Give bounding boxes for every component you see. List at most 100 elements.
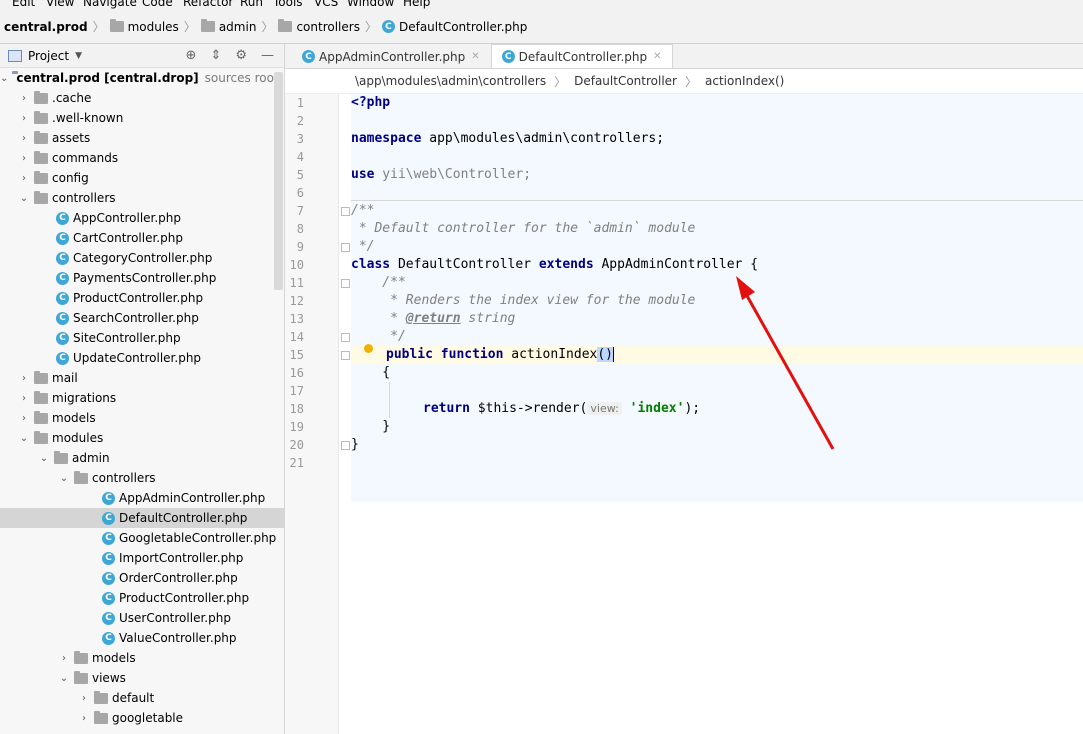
tree-item-file[interactable]: C SiteController.php (0, 328, 284, 348)
chevron-right-icon[interactable]: › (58, 653, 70, 664)
tree-item-admin[interactable]: ⌄ admin (0, 448, 284, 468)
tree-item-label: .well-known (52, 111, 124, 125)
chevron-right-icon[interactable]: › (18, 153, 30, 164)
fold-marker-icon[interactable] (341, 243, 350, 252)
fold-marker-icon[interactable] (341, 279, 350, 288)
line-number-gutter[interactable]: 1 2 3 4 5 6 7 8 9 10 11 12 13 14 15 16 1… (285, 94, 339, 734)
tree-item-admin-models[interactable]: › models (0, 648, 284, 668)
tree-item-views[interactable]: ⌄ views (0, 668, 284, 688)
chevron-down-icon[interactable]: ⌄ (18, 433, 30, 444)
chevron-right-icon[interactable]: › (18, 173, 30, 184)
chevron-right-icon[interactable]: › (18, 393, 30, 404)
chevron-right-icon[interactable]: › (78, 693, 90, 704)
chevron-down-icon[interactable]: ⌄ (58, 473, 70, 484)
tree-item-controllers[interactable]: ⌄ controllers (0, 188, 284, 208)
hide-panel-icon[interactable]: — (261, 48, 274, 63)
tree-item-commands[interactable]: › commands (0, 148, 284, 168)
close-icon[interactable]: ✕ (653, 51, 661, 62)
editor-area: C AppAdminController.php ✕ C DefaultCont… (285, 44, 1083, 734)
tree-item-well-known[interactable]: › .well-known (0, 108, 284, 128)
tree-item-file[interactable]: C AppAdminController.php (0, 488, 284, 508)
chevron-down-icon[interactable]: ▼ (75, 51, 82, 61)
tree-item-file[interactable]: C ProductController.php (0, 288, 284, 308)
chevron-right-icon[interactable]: › (18, 373, 30, 384)
comment: */ (351, 239, 375, 254)
nav-crumb-file[interactable]: C DefaultController.php (381, 20, 527, 34)
tree-item-views-default[interactable]: › default (0, 688, 284, 708)
fold-marker-icon[interactable] (341, 351, 350, 360)
menu-navigate[interactable]: Navigate (83, 0, 137, 9)
menu-window[interactable]: Window (347, 0, 394, 9)
folder-icon (34, 170, 48, 184)
php-class-icon: C (56, 271, 69, 285)
tree-item-root[interactable]: ⌄ central.prod [central.drop] sources ro… (0, 68, 284, 88)
tab-defaultcontroller[interactable]: C DefaultController.php ✕ (490, 44, 673, 68)
menu-refactor[interactable]: Refactor (183, 0, 233, 9)
menu-run[interactable]: Run (240, 0, 263, 9)
tree-item-file-selected[interactable]: C DefaultController.php (0, 508, 284, 528)
lightbulb-icon[interactable] (364, 344, 373, 353)
php-class-icon: C (102, 591, 115, 605)
gear-icon[interactable]: ⚙ (235, 48, 247, 63)
menu-vcs[interactable]: VCS (314, 0, 338, 9)
menu-help[interactable]: Help (403, 0, 430, 9)
tree-item-file[interactable]: C CategoryController.php (0, 248, 284, 268)
code-editor[interactable]: <?php namespace app\modules\admin\contro… (351, 94, 1083, 502)
tree-item-models[interactable]: › models (0, 408, 284, 428)
php-class-icon: C (56, 211, 69, 225)
tree-item-file[interactable]: C UserController.php (0, 608, 284, 628)
tree-item-label: CartController.php (73, 231, 183, 245)
chevron-down-icon[interactable]: ⌄ (0, 73, 8, 84)
collapse-all-icon[interactable]: ⇕ (210, 48, 221, 63)
tree-item-file[interactable]: C PaymentsController.php (0, 268, 284, 288)
tree-item-file[interactable]: C OrderController.php (0, 568, 284, 588)
nav-crumb-controllers[interactable]: controllers (278, 19, 360, 34)
tree-item-file[interactable]: C SearchController.php (0, 308, 284, 328)
chevron-right-icon[interactable]: › (18, 93, 30, 104)
fold-marker-icon[interactable] (341, 333, 350, 342)
tree-item-migrations[interactable]: › migrations (0, 388, 284, 408)
tree-item-label: ValueController.php (119, 631, 237, 645)
tree-item-file[interactable]: C CartController.php (0, 228, 284, 248)
tree-item-modules[interactable]: ⌄ modules (0, 428, 284, 448)
tree-item-mail[interactable]: › mail (0, 368, 284, 388)
tree-item-config[interactable]: › config (0, 168, 284, 188)
nav-crumb-project[interactable]: central.prod (4, 20, 88, 34)
nav-crumb-modules[interactable]: modules (109, 19, 179, 34)
chevron-right-icon[interactable]: › (78, 713, 90, 724)
line-number: 17 (289, 384, 304, 398)
tree-item-file[interactable]: C UpdateController.php (0, 348, 284, 368)
locate-file-icon[interactable]: ⊕ (186, 48, 197, 63)
editor-crumb-namespace[interactable]: \app\modules\admin\controllers (355, 74, 546, 88)
chevron-right-icon[interactable]: › (18, 113, 30, 124)
project-view-selector[interactable]: Project (28, 49, 69, 63)
editor-crumb-class[interactable]: DefaultController (574, 74, 677, 88)
tree-item-file[interactable]: C ValueController.php (0, 628, 284, 648)
menu-view[interactable]: View (46, 0, 74, 9)
tree-item-file[interactable]: C GoogletableController.php (0, 528, 284, 548)
tab-appadmincontroller[interactable]: C AppAdminController.php ✕ (291, 44, 491, 68)
tree-item-assets[interactable]: › assets (0, 128, 284, 148)
tree-item-views-googletable[interactable]: › googletable (0, 708, 284, 728)
code-line-1: <?php (351, 94, 1083, 112)
fold-marker-icon[interactable] (341, 207, 350, 216)
tree-item-label: models (52, 411, 96, 425)
tree-item-file[interactable]: C ImportController.php (0, 548, 284, 568)
chevron-right-icon[interactable]: › (18, 133, 30, 144)
chevron-down-icon[interactable]: ⌄ (18, 193, 30, 204)
chevron-down-icon[interactable]: ⌄ (38, 453, 50, 464)
tree-item-file[interactable]: C AppController.php (0, 208, 284, 228)
menu-code[interactable]: Code (142, 0, 173, 9)
menu-tools[interactable]: Tools (273, 0, 303, 9)
editor-crumb-method[interactable]: actionIndex() (705, 74, 784, 88)
menu-edit[interactable]: Edit (12, 0, 35, 9)
code-line-18: return $this->render(view: 'index'); (351, 400, 1083, 418)
chevron-right-icon[interactable]: › (18, 413, 30, 424)
tree-item-cache[interactable]: › .cache (0, 88, 284, 108)
tree-item-file[interactable]: C ProductController.php (0, 588, 284, 608)
chevron-down-icon[interactable]: ⌄ (58, 673, 70, 684)
close-icon[interactable]: ✕ (471, 51, 479, 62)
fold-marker-icon[interactable] (341, 441, 350, 450)
nav-crumb-admin[interactable]: admin (200, 19, 256, 34)
tree-item-admin-controllers[interactable]: ⌄ controllers (0, 468, 284, 488)
